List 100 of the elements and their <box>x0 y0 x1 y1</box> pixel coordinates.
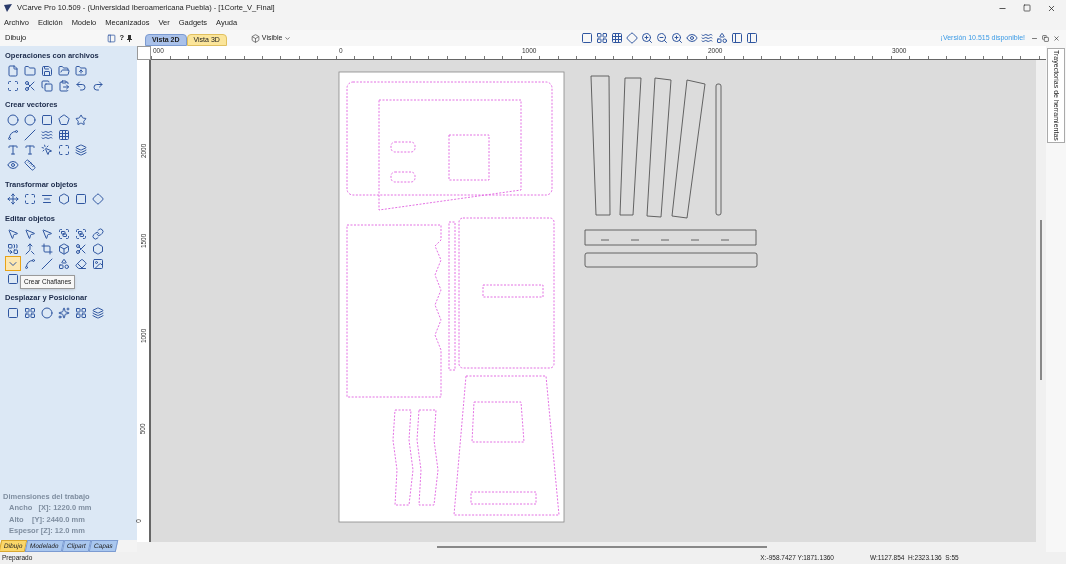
box-tool[interactable] <box>56 241 72 256</box>
dimension-icon <box>24 159 36 171</box>
paste-tool[interactable] <box>56 78 72 94</box>
grid-tool[interactable] <box>73 305 89 321</box>
folder-icon <box>58 64 70 77</box>
image-icon <box>92 257 104 270</box>
frame-tool[interactable] <box>73 191 89 207</box>
eraser-icon <box>75 257 87 270</box>
curve-icon <box>41 129 53 141</box>
redo-icon <box>92 79 104 92</box>
maximize-icon[interactable] <box>1023 3 1031 12</box>
text-icon <box>7 144 19 156</box>
pointer-icon <box>24 227 36 240</box>
frame-icon <box>75 193 87 206</box>
shapes-tool[interactable] <box>56 256 72 271</box>
pointer-tool[interactable] <box>22 226 38 241</box>
pointer-icon <box>7 227 19 240</box>
grid-icon[interactable] <box>611 32 624 44</box>
circle-tool[interactable] <box>39 305 55 321</box>
ellipse-tool[interactable] <box>22 112 38 128</box>
close-icon[interactable] <box>1053 34 1060 42</box>
eraser-tool[interactable] <box>73 256 89 271</box>
undo-icon <box>75 79 87 92</box>
diamond-icon <box>92 193 104 206</box>
text-icon <box>24 144 36 156</box>
line-icon <box>24 129 36 141</box>
zoom-box-icon[interactable] <box>581 32 594 44</box>
line-icon <box>41 257 53 270</box>
copy-tool[interactable] <box>39 78 55 94</box>
text-tool[interactable] <box>5 142 21 158</box>
new-file-icon <box>7 64 19 77</box>
spline-tool[interactable] <box>22 256 38 271</box>
grid-icon <box>75 306 87 319</box>
rectangle-tool[interactable] <box>39 112 55 128</box>
eye-icon <box>7 159 19 171</box>
pointer-tool[interactable] <box>39 226 55 241</box>
line-tool[interactable] <box>39 256 55 271</box>
ungroup-tool[interactable] <box>73 226 89 241</box>
scissors-icon <box>75 242 87 255</box>
folder-tool[interactable] <box>56 63 72 79</box>
grid-icon[interactable] <box>596 32 609 44</box>
circle-icon <box>7 114 19 126</box>
rectangle-icon <box>41 114 53 126</box>
diamond-tool[interactable] <box>90 191 106 207</box>
zoom-out-icon[interactable] <box>656 32 669 44</box>
group-icon <box>58 227 70 240</box>
panel-icon[interactable] <box>731 32 744 44</box>
redo-tool[interactable] <box>90 78 106 94</box>
square-icon <box>7 306 19 319</box>
pointer-tool[interactable] <box>5 226 21 241</box>
star-tool[interactable] <box>73 112 89 128</box>
circle-tool[interactable] <box>5 112 21 128</box>
folder-tool[interactable] <box>22 63 38 79</box>
crop-icon <box>41 242 53 255</box>
dimension-tool[interactable] <box>22 157 38 173</box>
circle-icon <box>41 306 53 319</box>
frame-icon <box>58 144 70 156</box>
polygon-icon <box>58 114 70 126</box>
star-icon <box>75 114 87 126</box>
merge-icon <box>24 242 36 255</box>
align-icon <box>41 193 53 206</box>
folder-icon <box>75 64 87 77</box>
ellipse-icon <box>24 114 36 126</box>
close-icon[interactable] <box>1047 3 1056 13</box>
crop-tool[interactable] <box>39 241 55 256</box>
group-tool[interactable] <box>56 226 72 241</box>
caret-icon <box>284 34 292 42</box>
pin-icon[interactable] <box>127 34 132 42</box>
new-file-tool[interactable] <box>5 63 21 79</box>
move-tool[interactable] <box>5 191 21 207</box>
frame-tool[interactable] <box>56 142 72 158</box>
grid-tool[interactable] <box>22 305 38 321</box>
grid-icon <box>24 306 36 319</box>
grid-icon <box>58 129 70 141</box>
pointer-icon <box>41 144 53 156</box>
line-tool[interactable] <box>22 127 38 143</box>
link-tool[interactable] <box>90 226 106 241</box>
folder-icon <box>24 64 36 77</box>
view-icon[interactable] <box>686 32 699 44</box>
link-icon <box>92 227 104 240</box>
image-tool[interactable] <box>90 256 106 271</box>
move-icon <box>7 193 19 206</box>
zoom-icon[interactable] <box>671 32 684 44</box>
selection-tool[interactable] <box>5 78 21 94</box>
pointer-tool[interactable] <box>39 142 55 158</box>
panel-icon[interactable] <box>746 32 759 44</box>
pointer-icon <box>41 227 53 240</box>
ungroup-icon <box>75 227 87 240</box>
spline-icon <box>24 257 36 270</box>
zoom-in-icon[interactable] <box>641 32 654 44</box>
folder-tool[interactable] <box>73 63 89 79</box>
text-tool[interactable] <box>22 142 38 158</box>
save-tool[interactable] <box>39 63 55 79</box>
restore-icon[interactable] <box>1042 34 1049 42</box>
undo-tool[interactable] <box>73 78 89 94</box>
save-icon <box>41 64 53 77</box>
polygon-tool[interactable] <box>56 112 72 128</box>
square-tool[interactable] <box>5 305 21 321</box>
grid-tool[interactable] <box>56 127 72 143</box>
curve-icon[interactable] <box>701 32 714 44</box>
